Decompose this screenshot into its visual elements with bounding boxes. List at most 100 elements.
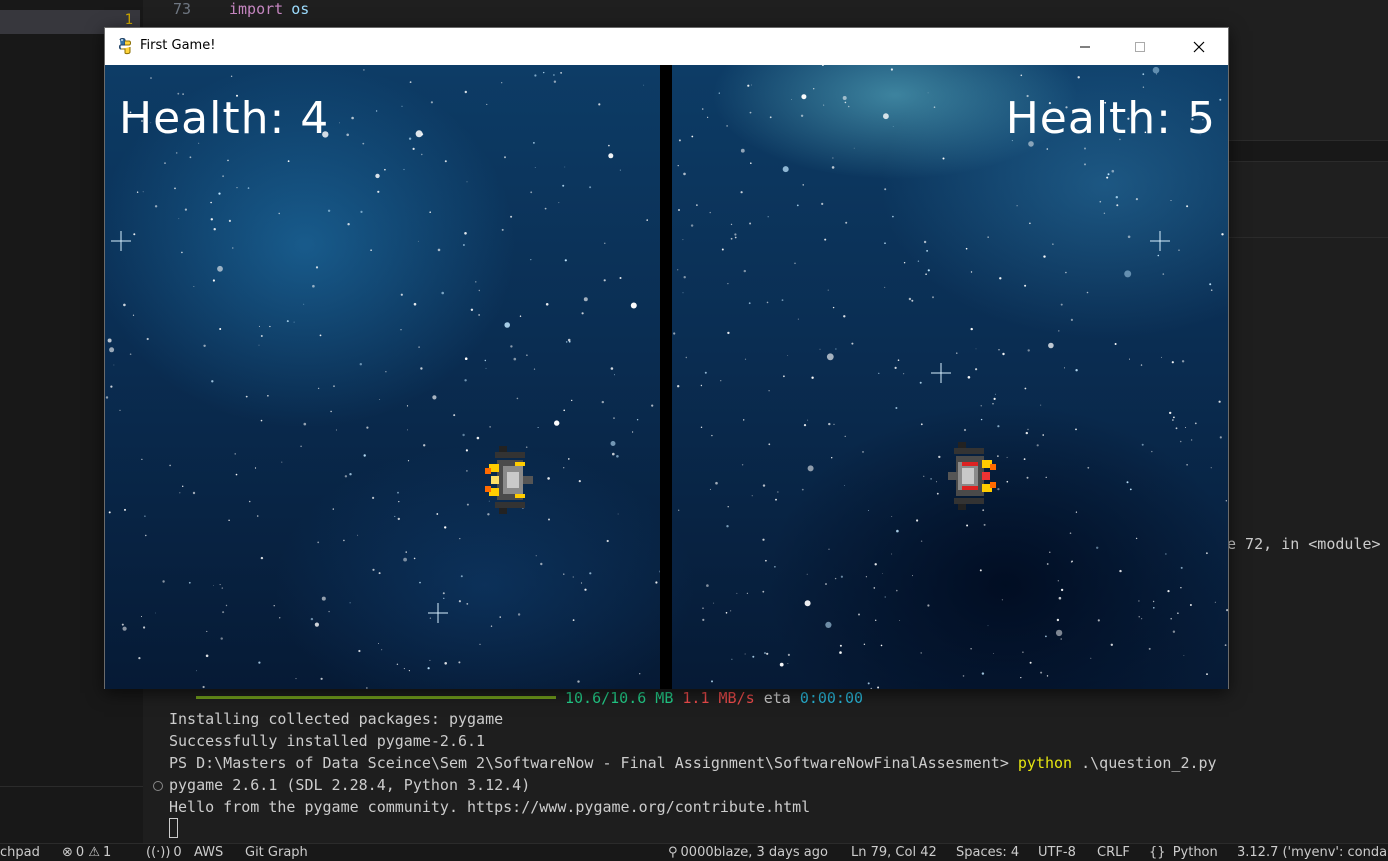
- git-graph-button[interactable]: Git Graph: [245, 845, 308, 860]
- star: [1075, 428, 1077, 431]
- star: [713, 602, 715, 604]
- star: [407, 460, 410, 462]
- terminal-cursor[interactable]: [169, 818, 178, 838]
- python-interpreter[interactable]: 3.12.7 ('myenv': conda): [1237, 845, 1388, 860]
- star: [1027, 349, 1030, 352]
- star: [403, 668, 405, 670]
- game-canvas[interactable]: Health: 4 Health: 5: [105, 65, 1228, 689]
- star: [409, 81, 412, 83]
- star: [413, 302, 417, 306]
- star: [222, 611, 225, 614]
- minimize-button[interactable]: [1062, 28, 1108, 65]
- star: [891, 553, 893, 555]
- star: [1170, 200, 1172, 201]
- star: [764, 652, 766, 654]
- star: [466, 470, 468, 472]
- star: [510, 215, 513, 218]
- status-left-fragment[interactable]: chpad: [0, 845, 40, 860]
- ports-indicator[interactable]: ((·)) 0: [146, 845, 182, 860]
- star: [1023, 458, 1026, 460]
- star: [564, 259, 567, 262]
- star: [344, 475, 348, 478]
- star: [833, 423, 835, 425]
- star: [980, 405, 982, 407]
- star: [314, 622, 319, 627]
- star: [432, 395, 437, 400]
- star: [752, 655, 755, 658]
- eol-setting[interactable]: CRLF: [1097, 845, 1130, 860]
- star: [267, 395, 269, 397]
- star: [1151, 450, 1153, 453]
- star: [1171, 361, 1174, 364]
- star: [132, 314, 135, 316]
- git-blame-item[interactable]: ⚲ 0000blaze, 3 days ago: [668, 845, 828, 860]
- star: [796, 204, 799, 207]
- star: [144, 515, 146, 517]
- star: [206, 630, 208, 632]
- pygame-window[interactable]: First Game! Health: 4 Health: 5: [104, 27, 1229, 689]
- star: [1180, 587, 1182, 589]
- star: [279, 617, 281, 619]
- star: [315, 266, 319, 269]
- right-health-label: Health: 5: [1005, 93, 1216, 144]
- star: [343, 539, 345, 542]
- star: [358, 649, 361, 653]
- star: [1169, 411, 1172, 415]
- star: [1141, 443, 1144, 446]
- code-keyword: import: [229, 0, 284, 18]
- star: [1194, 422, 1197, 425]
- star: [1172, 419, 1174, 421]
- star: [584, 588, 587, 591]
- star: [1052, 243, 1054, 245]
- star: [381, 649, 383, 651]
- star: [975, 348, 977, 350]
- star: [444, 526, 447, 529]
- star: [1029, 222, 1031, 225]
- star: [490, 625, 493, 627]
- explorer-badge: 1: [124, 12, 133, 28]
- star: [1221, 233, 1224, 236]
- star: [504, 156, 506, 159]
- star: [803, 424, 807, 427]
- star: [1214, 601, 1216, 603]
- star: [530, 259, 532, 261]
- star: [142, 191, 144, 193]
- star: [892, 215, 894, 218]
- encoding-setting[interactable]: UTF-8: [1038, 845, 1076, 860]
- star: [614, 374, 615, 376]
- star: [408, 137, 412, 140]
- star: [138, 657, 141, 660]
- star: [993, 653, 994, 654]
- star: [987, 625, 989, 627]
- star: [258, 325, 260, 327]
- star: [766, 301, 769, 304]
- star: [1043, 255, 1046, 258]
- star: [430, 101, 433, 104]
- indentation-setting[interactable]: Spaces: 4: [956, 845, 1019, 860]
- star: [568, 458, 570, 460]
- star: [1185, 427, 1186, 428]
- star: [254, 467, 257, 469]
- star: [478, 289, 480, 292]
- cursor-position[interactable]: Ln 79, Col 42: [851, 845, 937, 860]
- star: [774, 566, 776, 568]
- language-mode[interactable]: {} Python: [1149, 845, 1218, 860]
- command-decoration-icon[interactable]: [153, 781, 163, 791]
- close-button[interactable]: [1176, 28, 1222, 65]
- star: [702, 607, 704, 609]
- star: [317, 541, 320, 544]
- star: [730, 237, 733, 240]
- status-bar: chpad ⊗ 0 ⚠ 1 ((·)) 0 AWS Git Graph ⚲ 0000bl…: [0, 843, 1388, 861]
- star: [1027, 428, 1029, 431]
- star: [421, 153, 423, 156]
- maximize-button[interactable]: [1117, 28, 1163, 65]
- terminal-command-line: PS D:\Masters of Data Sceince\Sem 2\Soft…: [169, 754, 1217, 772]
- aws-button[interactable]: AWS: [194, 845, 223, 860]
- pygame-snake-icon: [119, 38, 131, 55]
- broadcast-icon: ((·)): [146, 845, 171, 860]
- star: [832, 306, 835, 309]
- window-titlebar[interactable]: First Game!: [105, 28, 1228, 65]
- star: [213, 228, 216, 231]
- star: [123, 303, 126, 307]
- problems-indicator[interactable]: ⊗ 0 ⚠ 1: [62, 845, 111, 860]
